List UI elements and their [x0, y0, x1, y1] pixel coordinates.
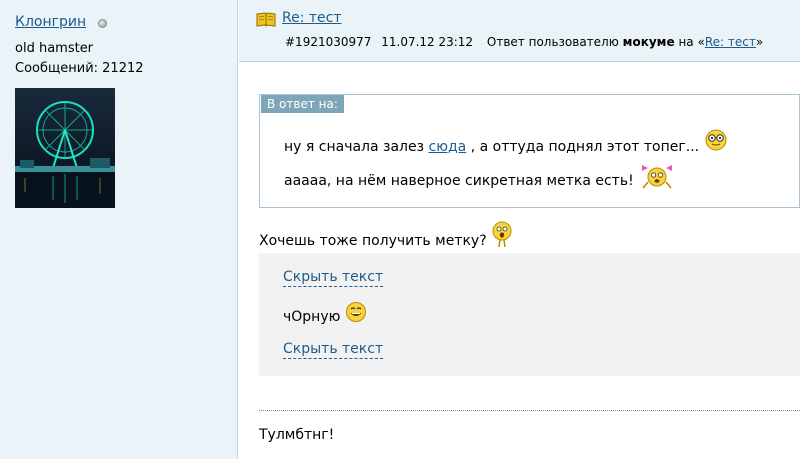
spoiler-hide-button-top[interactable]: Скрыть текст — [283, 269, 384, 287]
quote-box: В ответ на: ну я сначала залез сюда , а … — [259, 94, 800, 208]
post-header: Re: тест #1921030977 11.07.12 23:12 Отве… — [239, 0, 800, 62]
smiley-bow-icon — [642, 165, 673, 189]
post-meta: #1921030977 11.07.12 23:12 Ответ пользов… — [285, 35, 763, 49]
quote-text-1a: ну я сначала залез — [284, 139, 425, 155]
avatar[interactable] — [15, 88, 115, 208]
signature: Тулмбтнг! — [259, 427, 335, 443]
status-offline-icon — [98, 19, 107, 28]
post-id[interactable]: #1921030977 — [285, 35, 371, 49]
post-body-line: Хочешь тоже получить метку? — [259, 221, 513, 249]
reply-close: » — [755, 35, 764, 49]
spoiler-text: чОрную — [283, 309, 341, 325]
smiley-grin-icon — [345, 302, 366, 322]
reply-user: мокуме — [622, 35, 675, 49]
reply-post-link[interactable]: Re: тест — [705, 35, 756, 49]
smiley-glasses-icon — [705, 129, 727, 151]
quote-line-1: ну я сначала залез сюда , а оттуда подня… — [284, 129, 728, 155]
quote-text-1b: , а оттуда поднял этот топег... — [470, 139, 700, 155]
author-panel: Клонгрин old hamster Сообщений: 21212 — [0, 0, 238, 459]
author-title: old hamster — [15, 41, 94, 56]
author-post-count: Сообщений: 21212 — [15, 61, 144, 76]
reply-on: на « — [678, 35, 705, 49]
spoiler-content: чОрную — [283, 302, 367, 325]
book-icon — [256, 12, 276, 27]
spoiler-hide-button-bottom[interactable]: Скрыть текст — [283, 341, 384, 359]
post-text-1: Хочешь тоже получить метку? — [259, 233, 487, 249]
avatar-image — [15, 88, 115, 208]
quote-label: В ответ на: — [261, 95, 344, 113]
post-title-link[interactable]: Re: тест — [282, 10, 342, 26]
quote-link[interactable]: сюда — [429, 139, 467, 155]
reply-prefix: Ответ пользователю — [486, 35, 619, 49]
quote-text-2: ааааа, на нём наверное сикретная метка е… — [284, 173, 634, 189]
post-timestamp: 11.07.12 23:12 — [381, 35, 474, 49]
smiley-thinking-icon — [492, 221, 512, 248]
spoiler-block: Скрыть текст чОрную Скрыть текст — [259, 253, 800, 376]
quote-line-2: ааааа, на нём наверное сикретная метка е… — [284, 165, 676, 190]
author-name-link[interactable]: Клонгрин — [15, 14, 86, 30]
signature-divider — [259, 410, 800, 411]
